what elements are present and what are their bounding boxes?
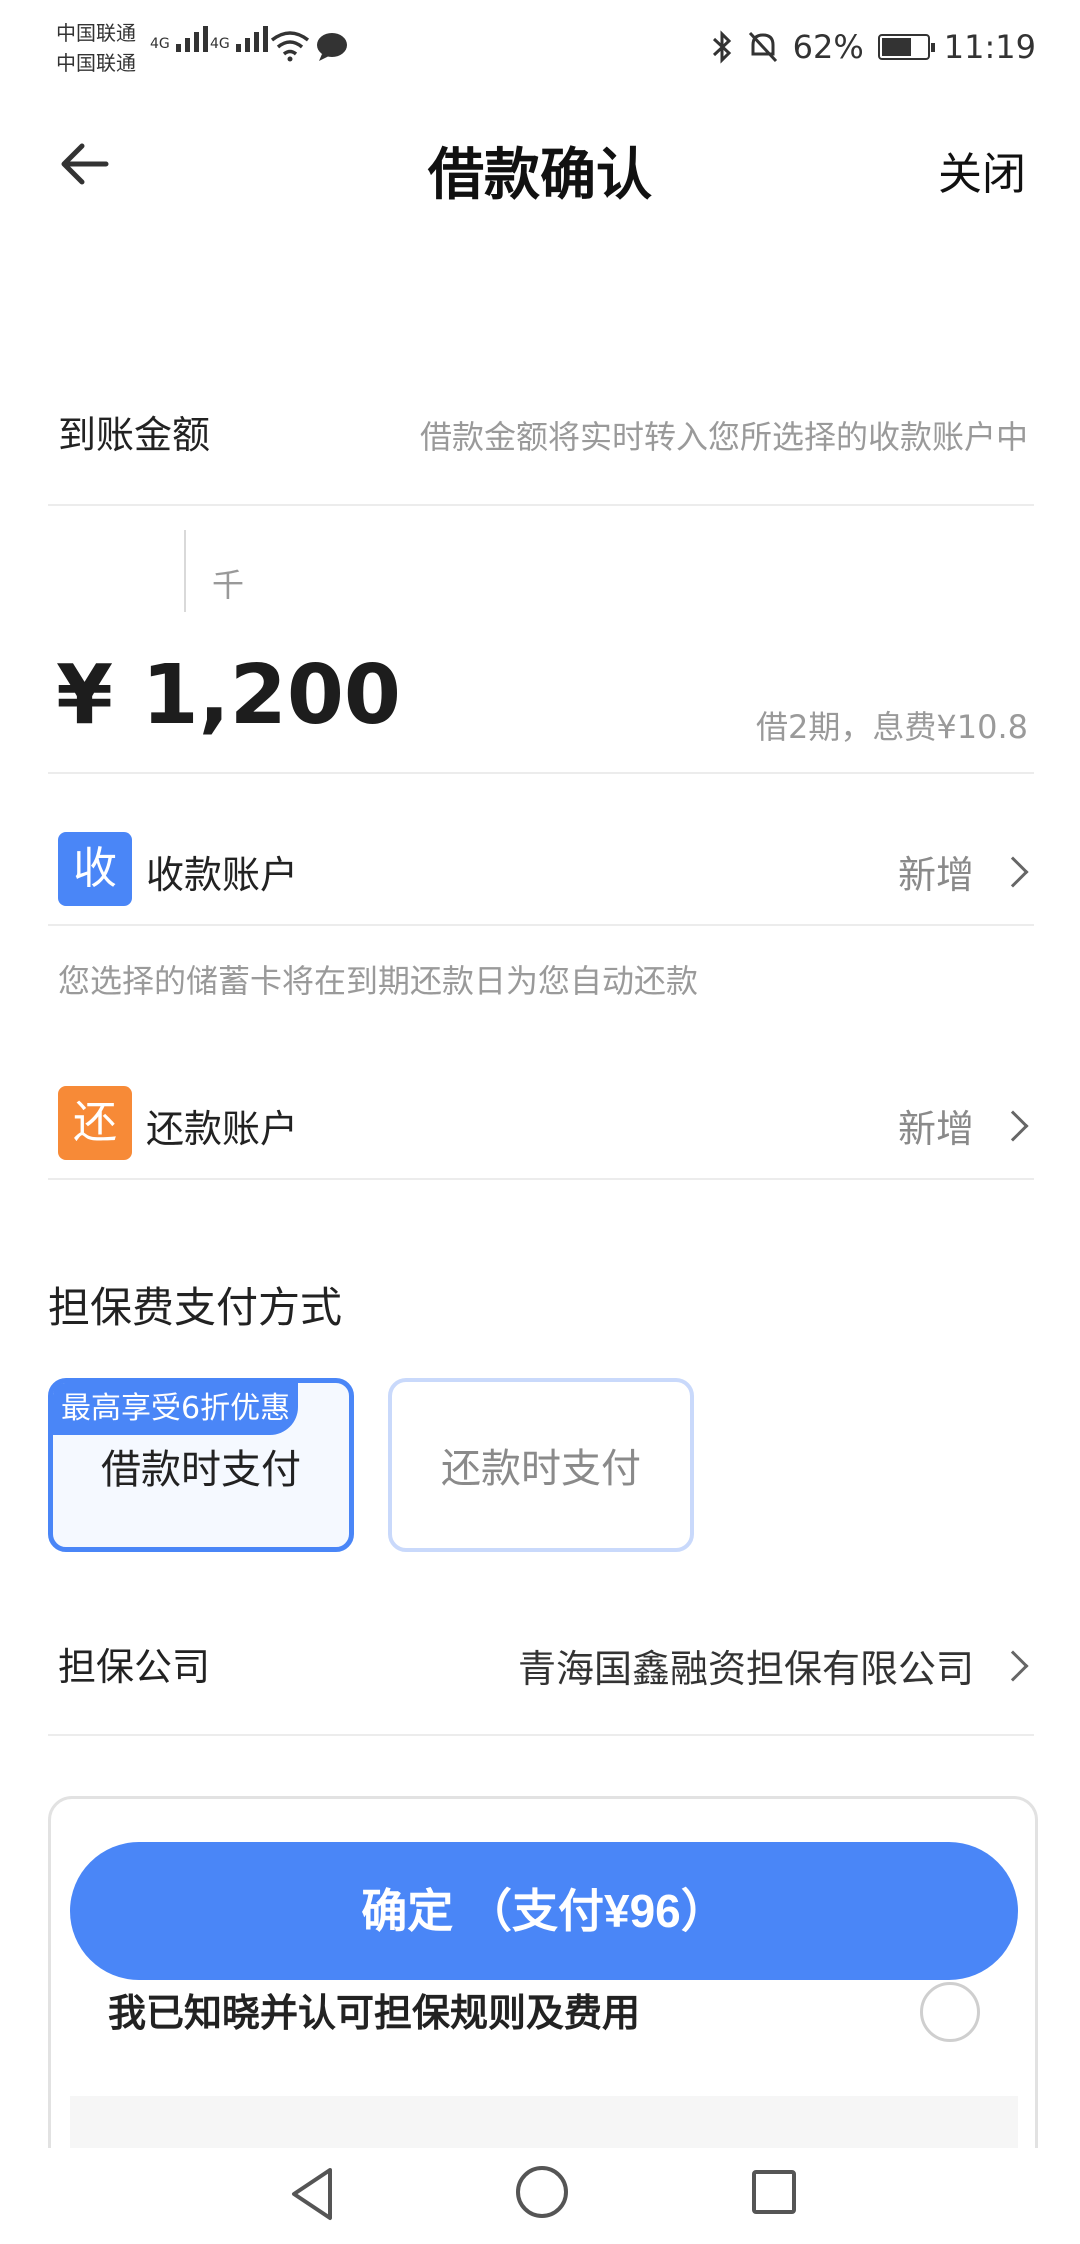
carrier-names: 中国联通 中国联通 xyxy=(56,18,136,78)
status-right: 62% 11:19 xyxy=(711,28,1036,66)
card-content-fade xyxy=(70,2096,1018,2156)
chevron-right-icon xyxy=(997,1109,1029,1142)
divider xyxy=(48,924,1034,926)
nav-home-icon[interactable] xyxy=(516,2166,568,2218)
repay-account-add[interactable]: 新增 xyxy=(897,1098,1029,1153)
chevron-right-icon xyxy=(997,855,1029,888)
bluetooth-icon xyxy=(712,30,731,64)
wifi-icon xyxy=(270,31,310,62)
fee-payment-title: 担保费支付方式 xyxy=(48,1283,343,1332)
receive-account-add-label: 新增 xyxy=(897,853,974,897)
guarantor-label: 担保公司 xyxy=(58,1645,211,1689)
receive-account-label: 收款账户 xyxy=(146,853,299,897)
amount-label: 到账金额 xyxy=(58,413,211,457)
message-icon xyxy=(317,33,347,61)
agreement-text: 我已知晓并认可担保规则及费用 xyxy=(108,1991,641,2035)
divider xyxy=(48,504,1034,506)
system-nav-bar xyxy=(0,2148,1080,2244)
nav-back-icon[interactable] xyxy=(288,2166,336,2222)
divider xyxy=(48,772,1034,774)
agreement-radio[interactable] xyxy=(920,1982,980,2042)
bell-muted-icon xyxy=(748,31,777,63)
guarantor-value: 青海国鑫融资担保有限公司 xyxy=(517,1647,974,1691)
signal-1-icon: 4G xyxy=(150,26,208,52)
loan-confirm-page: 中国联通 中国联通 4G 4G 62% 11:19 借款确认 关闭 到账金额 借… xyxy=(0,0,1080,2244)
loan-amount[interactable]: ¥ 1,200 xyxy=(56,648,401,743)
carrier-1: 中国联通 xyxy=(56,21,136,45)
receive-badge-icon: 收 xyxy=(58,832,132,906)
repay-account-label: 还款账户 xyxy=(146,1107,299,1151)
repay-account-add-label: 新增 xyxy=(897,1107,974,1151)
battery-percent: 62% xyxy=(792,28,864,66)
loan-terms: 借2期，息费¥10.8 xyxy=(756,708,1028,746)
carrier-2: 中国联通 xyxy=(56,51,136,75)
clock: 11:19 xyxy=(943,28,1036,66)
guarantor-link[interactable]: 青海国鑫融资担保有限公司 xyxy=(517,1638,1029,1693)
chevron-right-icon xyxy=(997,1649,1029,1682)
receive-account-add[interactable]: 新增 xyxy=(897,844,1029,899)
divider xyxy=(48,1734,1034,1736)
pay-at-loan-label: 借款时支付 xyxy=(101,1447,301,1493)
battery-icon xyxy=(877,34,935,60)
signal-2-icon: 4G xyxy=(210,26,268,52)
network-type-2: 4G xyxy=(210,36,230,52)
amount-hint: 借款金额将实时转入您所选择的收款账户中 xyxy=(419,418,1028,456)
header: 借款确认 关闭 xyxy=(0,100,1080,230)
page-title: 借款确认 xyxy=(428,143,652,208)
promo-badge: 最高享受6折优惠 xyxy=(53,1383,299,1435)
pay-at-loan-option[interactable]: 最高享受6折优惠 借款时支付 xyxy=(48,1378,354,1552)
repay-badge-icon: 还 xyxy=(58,1086,132,1160)
confirm-pay-button[interactable]: 确定 （支付¥96） xyxy=(70,1842,1018,1980)
amount-unit-hint: 千 xyxy=(212,566,245,604)
pay-at-repay-label: 还款时支付 xyxy=(441,1446,641,1492)
pay-at-repay-option[interactable]: 还款时支付 xyxy=(388,1378,694,1552)
nav-recent-icon[interactable] xyxy=(752,2170,796,2214)
network-type-1: 4G xyxy=(150,36,170,52)
cursor-divider xyxy=(184,530,186,612)
status-bar: 中国联通 中国联通 4G 4G 62% 11:19 xyxy=(0,0,1080,96)
repay-note: 您选择的储蓄卡将在到期还款日为您自动还款 xyxy=(58,962,699,1000)
divider xyxy=(48,1178,1034,1180)
close-button[interactable]: 关闭 xyxy=(938,138,1026,202)
